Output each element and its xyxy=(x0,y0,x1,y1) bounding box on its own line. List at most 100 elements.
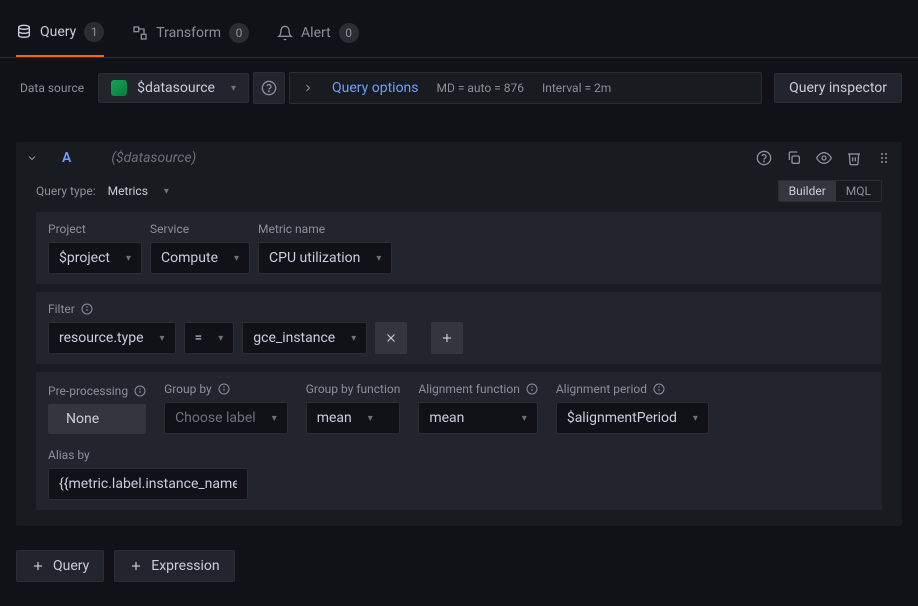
copy-icon[interactable] xyxy=(786,150,802,166)
tab-alert[interactable]: Alert 0 xyxy=(277,8,359,57)
add-expression-label: Expression xyxy=(151,558,219,574)
md-text: MD = auto = 876 xyxy=(437,81,524,95)
chevron-down-icon: ▾ xyxy=(351,333,356,344)
chevron-down-icon: ▾ xyxy=(376,253,381,264)
query-inspector-label: Query inspector xyxy=(789,80,887,96)
service-value: Compute xyxy=(161,250,218,266)
plus-icon xyxy=(31,559,45,573)
metric-name-select[interactable]: CPU utilization ▾ xyxy=(258,242,392,274)
bell-icon xyxy=(277,25,293,41)
preprocessing-label-text: Pre-processing xyxy=(48,384,128,398)
preprocessing-none-button[interactable]: None xyxy=(48,404,146,434)
info-icon xyxy=(218,383,230,395)
query-type-select[interactable]: Metrics ▾ xyxy=(108,184,169,198)
groupby-placeholder: Choose label xyxy=(175,410,256,426)
question-circle-icon xyxy=(261,80,277,96)
project-select[interactable]: $project ▾ xyxy=(48,242,142,274)
add-expression-button[interactable]: Expression xyxy=(114,550,234,582)
query-type-row: Query type: Metrics ▾ Builder MQL xyxy=(16,174,902,212)
chevron-right-icon xyxy=(302,82,314,94)
alignment-period-label-text: Alignment period xyxy=(556,382,647,396)
chevron-down-icon: ▾ xyxy=(164,186,169,197)
tab-alert-label: Alert xyxy=(301,25,331,41)
help-icon[interactable] xyxy=(756,150,772,166)
datasource-help-button[interactable] xyxy=(253,72,285,104)
info-icon xyxy=(526,383,538,395)
groupby-fn-select[interactable]: mean ▾ xyxy=(306,402,401,434)
editor-tabs: Query 1 Transform 0 Alert 0 xyxy=(0,8,918,58)
query-type-value: Metrics xyxy=(108,184,148,198)
tab-query-label: Query xyxy=(40,24,76,40)
plus-icon xyxy=(440,331,454,345)
tab-transform[interactable]: Transform 0 xyxy=(132,8,249,57)
tab-transform-count: 0 xyxy=(229,23,249,43)
chevron-down-icon: ▾ xyxy=(160,333,165,344)
query-inspector-button[interactable]: Query inspector xyxy=(774,73,902,103)
filter-op-value: = xyxy=(195,330,203,346)
filter-op-select[interactable]: = ▾ xyxy=(184,322,235,354)
tab-transform-label: Transform xyxy=(156,25,221,41)
transform-icon xyxy=(132,25,148,41)
x-icon xyxy=(384,331,398,345)
project-value: $project xyxy=(59,250,110,266)
toolbar: Data source $datasource ▾ Query options … xyxy=(0,58,918,118)
groupby-label: Group by xyxy=(164,382,288,396)
chevron-down-icon: ▾ xyxy=(693,413,698,424)
query-options-bar[interactable]: Query options MD = auto = 876 Interval =… xyxy=(289,72,762,104)
query-header: A ($datasource) xyxy=(16,142,902,174)
groupby-fn-value: mean xyxy=(317,410,352,426)
alignment-fn-select[interactable]: mean ▾ xyxy=(418,402,537,434)
bottom-buttons: Query Expression xyxy=(0,526,918,606)
add-filter-button[interactable] xyxy=(431,322,463,354)
chevron-down-icon: ▾ xyxy=(368,413,373,424)
mode-builder[interactable]: Builder xyxy=(779,181,836,201)
tab-query[interactable]: Query 1 xyxy=(16,8,104,57)
query-options-label[interactable]: Query options xyxy=(332,80,419,96)
drag-handle-icon[interactable] xyxy=(876,150,892,166)
query-actions xyxy=(756,150,892,166)
trash-icon[interactable] xyxy=(846,150,862,166)
collapse-toggle[interactable] xyxy=(26,152,38,164)
metric-name-value: CPU utilization xyxy=(269,250,360,266)
filter-label-text: Filter xyxy=(48,302,75,316)
datasource-logo-icon xyxy=(111,80,127,96)
metric-section: Project $project ▾ Service Compute ▾ Met… xyxy=(36,212,882,284)
datasource-picker[interactable]: $datasource ▾ xyxy=(98,73,249,103)
groupby-label-text: Group by xyxy=(164,382,212,396)
alignment-period-select[interactable]: $alignmentPeriod ▾ xyxy=(556,402,709,434)
chevron-down-icon: ▾ xyxy=(218,333,223,344)
preprocessing-label: Pre-processing xyxy=(48,384,146,398)
alignment-period-value: $alignmentPeriod xyxy=(567,410,677,426)
chevron-down-icon: ▾ xyxy=(272,413,277,424)
mode-mql[interactable]: MQL xyxy=(836,181,881,201)
filter-key-select[interactable]: resource.type ▾ xyxy=(48,322,176,354)
preprocessing-value: None xyxy=(66,411,99,427)
chevron-down-icon: ▾ xyxy=(234,253,239,264)
eye-icon[interactable] xyxy=(816,150,832,166)
alignment-period-label: Alignment period xyxy=(556,382,709,396)
query-ds-hint: ($datasource) xyxy=(111,150,196,166)
info-icon xyxy=(134,385,146,397)
add-query-button[interactable]: Query xyxy=(16,550,104,582)
filter-value-select[interactable]: gce_instance ▾ xyxy=(242,322,367,354)
datasource-label: Data source xyxy=(16,81,94,95)
alignment-fn-label-text: Alignment function xyxy=(418,382,519,396)
chevron-down-icon: ▾ xyxy=(231,83,236,94)
service-select[interactable]: Compute ▾ xyxy=(150,242,250,274)
aggregation-section: Pre-processing None Group by Choose labe… xyxy=(36,372,882,510)
datasource-value: $datasource xyxy=(137,80,215,96)
remove-filter-button[interactable] xyxy=(375,322,407,354)
editor-mode-toggle: Builder MQL xyxy=(778,180,882,202)
service-label: Service xyxy=(150,222,250,236)
database-icon xyxy=(16,24,32,40)
query-letter[interactable]: A xyxy=(62,150,71,166)
filter-value-value: gce_instance xyxy=(253,330,335,346)
metric-name-label: Metric name xyxy=(258,222,392,236)
alias-input[interactable] xyxy=(48,468,248,500)
chevron-down-icon: ▾ xyxy=(522,413,527,424)
query-row: A ($datasource) Query type: Metrics ▾ Bu… xyxy=(16,142,902,526)
filter-section: Filter resource.type ▾ = ▾ gce_instance … xyxy=(36,292,882,364)
tab-query-count: 1 xyxy=(84,22,104,42)
groupby-select[interactable]: Choose label ▾ xyxy=(164,402,288,434)
alias-label: Alias by xyxy=(48,448,870,462)
